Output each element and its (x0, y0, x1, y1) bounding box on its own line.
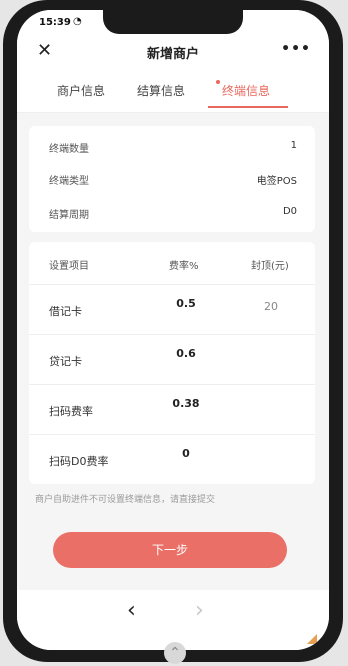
tab-underline (208, 106, 288, 108)
header-rate: 费率% (169, 261, 199, 272)
tab-merchant-info[interactable]: 商户信息 (57, 82, 105, 99)
tab-terminal-info-label: 终端信息 (222, 84, 271, 98)
phone-frame: 15:39 ◔ ✕ 新增商户 ••• 商户信息 结算信息 终端信息 终端数量 1… (3, 0, 343, 662)
rate-name: 扫码D0费率 (49, 455, 109, 468)
terminal-type-label: 终端类型 (49, 176, 89, 187)
tab-bar: 商户信息 结算信息 终端信息 (17, 68, 329, 113)
rate-row-credit: 贷记卡 0.6 (29, 334, 315, 385)
rate-input[interactable]: 0.38 (159, 397, 213, 410)
rate-row-scan: 扫码费率 0.38 (29, 384, 315, 435)
header-item: 设置项目 (49, 261, 89, 272)
next-step-button[interactable]: 下一步 (53, 532, 287, 568)
terminal-count-label: 终端数量 (49, 144, 89, 155)
terminal-row-cycle[interactable]: 结算周期 D0 (29, 198, 315, 228)
info-note: 商户自助进件不可设置终端信息，请直接提交 (35, 495, 216, 505)
terminal-card: 终端数量 1 终端类型 电签POS 结算周期 D0 (29, 126, 315, 232)
status-time: 15:39 (39, 17, 71, 28)
settlement-cycle-value: D0 (282, 206, 297, 217)
screen: 15:39 ◔ ✕ 新增商户 ••• 商户信息 结算信息 终端信息 终端数量 1… (17, 10, 329, 650)
more-icon[interactable]: ••• (281, 41, 311, 57)
rate-name: 扫码费率 (49, 405, 93, 418)
settlement-cycle-label: 结算周期 (49, 210, 89, 221)
tab-settlement-info[interactable]: 结算信息 (137, 82, 185, 99)
notch (103, 10, 243, 34)
rate-input[interactable]: 0.5 (159, 297, 213, 310)
terminal-row-count: 终端数量 1 (29, 132, 315, 162)
terminal-count-value: 1 (290, 140, 297, 151)
rate-name: 借记卡 (49, 305, 82, 318)
nav-bar: ✕ 新增商户 ••• (17, 34, 329, 68)
cap-input[interactable]: 20 (251, 300, 291, 313)
wifi-icon: ◔ (73, 16, 82, 27)
terminal-type-value: 电签POS (256, 176, 297, 187)
rate-input[interactable]: 0.6 (159, 347, 213, 360)
chevron-up-icon[interactable]: ⌃ (164, 642, 186, 664)
terminal-row-type[interactable]: 终端类型 电签POS (29, 164, 315, 194)
tab-active-dot (216, 80, 220, 84)
back-icon[interactable]: ‹ (127, 598, 136, 623)
rate-row-scan-d0: 扫码D0费率 0 (29, 434, 315, 485)
rates-card: 设置项目 费率% 封顶(元) 借记卡 0.5 20 贷记卡 0.6 扫码费率 0… (29, 242, 315, 484)
forward-icon[interactable]: › (195, 598, 204, 623)
bottom-bar: ‹ › (17, 590, 329, 650)
rate-name: 贷记卡 (49, 355, 82, 368)
tab-terminal-info[interactable]: 终端信息 (216, 80, 271, 99)
header-cap: 封顶(元) (251, 261, 289, 272)
rate-row-debit: 借记卡 0.5 20 (29, 284, 315, 335)
corner-mark (307, 634, 317, 644)
rate-input[interactable]: 0 (159, 447, 213, 460)
